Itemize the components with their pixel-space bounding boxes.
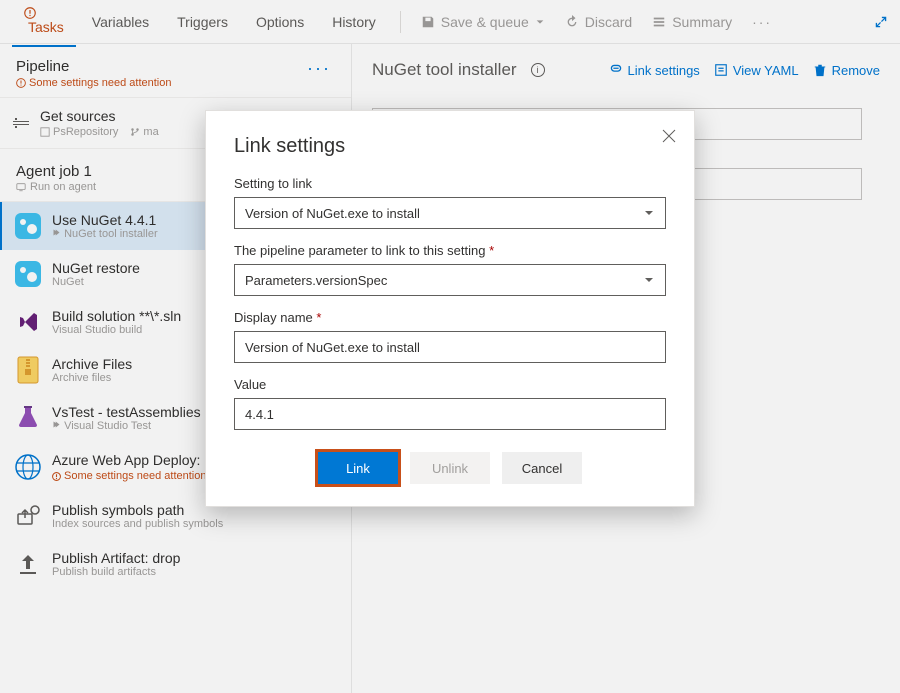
value-label: Value xyxy=(234,377,666,392)
link-settings-dialog: Link settings Setting to link Version of… xyxy=(205,110,695,507)
dialog-title: Link settings xyxy=(234,135,666,158)
display-name-input[interactable] xyxy=(234,331,666,363)
setting-to-link-select[interactable]: Version of NuGet.exe to install xyxy=(234,197,666,229)
link-button[interactable]: Link xyxy=(318,452,398,484)
unlink-button[interactable]: Unlink xyxy=(410,452,490,484)
value-input[interactable] xyxy=(234,398,666,430)
setting-to-link-label: Setting to link xyxy=(234,176,666,191)
pipeline-param-select[interactable]: Parameters.versionSpec xyxy=(234,264,666,296)
close-icon[interactable] xyxy=(662,129,676,143)
dialog-actions: Link Unlink Cancel xyxy=(234,452,666,484)
cancel-button[interactable]: Cancel xyxy=(502,452,582,484)
pipeline-param-label: The pipeline parameter to link to this s… xyxy=(234,243,666,258)
modal-overlay: Link settings Setting to link Version of… xyxy=(0,0,900,693)
display-name-label: Display name * xyxy=(234,310,666,325)
